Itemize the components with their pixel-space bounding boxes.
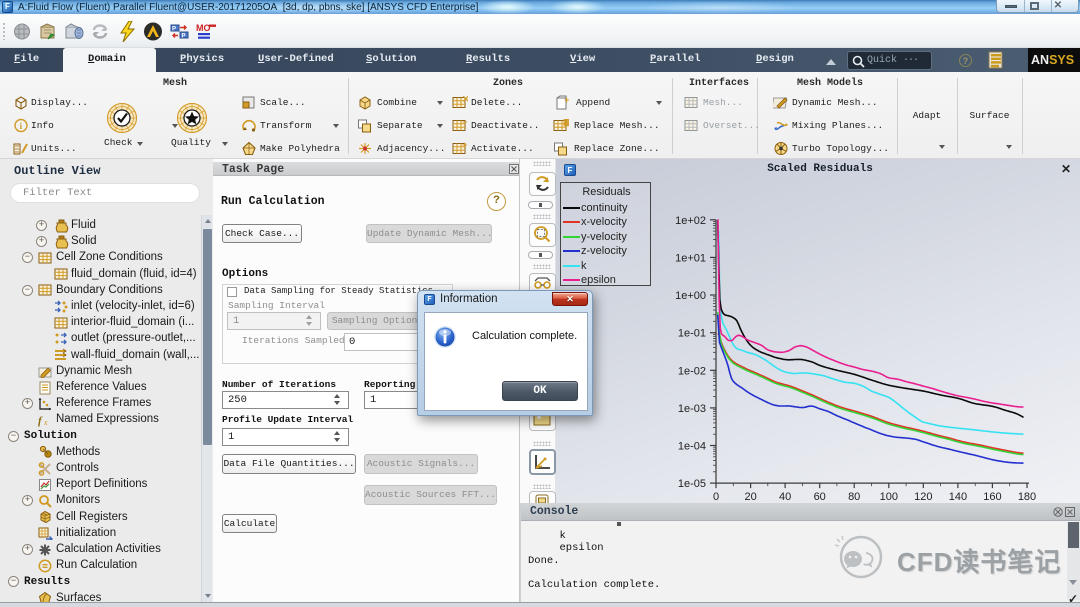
svg-text:f: f xyxy=(38,415,43,427)
svg-text:20: 20 xyxy=(744,491,756,503)
svg-text:✕: ✕ xyxy=(462,95,468,104)
svg-text:x: x xyxy=(43,418,48,427)
svg-text:140: 140 xyxy=(949,491,967,503)
svg-text:120: 120 xyxy=(914,491,932,503)
svg-text:1e-01: 1e-01 xyxy=(678,328,706,340)
svg-text:i: i xyxy=(20,121,23,131)
svg-text:1e-03: 1e-03 xyxy=(678,403,706,415)
svg-text:MO: MO xyxy=(196,23,211,33)
svg-text:1e-05: 1e-05 xyxy=(678,478,706,490)
svg-text:160: 160 xyxy=(983,491,1001,503)
svg-text:60: 60 xyxy=(814,491,826,503)
svg-text:P: P xyxy=(182,34,186,40)
svg-text:P: P xyxy=(172,27,176,33)
svg-text:40: 40 xyxy=(779,491,791,503)
svg-text:1e+02: 1e+02 xyxy=(675,215,706,227)
svg-text:1e-02: 1e-02 xyxy=(678,365,706,377)
svg-text:1e-04: 1e-04 xyxy=(678,441,706,453)
svg-text:0: 0 xyxy=(713,491,719,503)
svg-text:100: 100 xyxy=(880,491,898,503)
svg-text:+: + xyxy=(564,95,569,105)
svg-text:−: − xyxy=(462,118,467,127)
svg-text:1e+01: 1e+01 xyxy=(675,252,706,264)
svg-text:▦: ▦ xyxy=(563,118,569,127)
svg-text:180: 180 xyxy=(1018,491,1036,503)
svg-text:1e+00: 1e+00 xyxy=(675,290,706,302)
svg-text:+: + xyxy=(462,141,467,150)
svg-text:80: 80 xyxy=(848,491,860,503)
